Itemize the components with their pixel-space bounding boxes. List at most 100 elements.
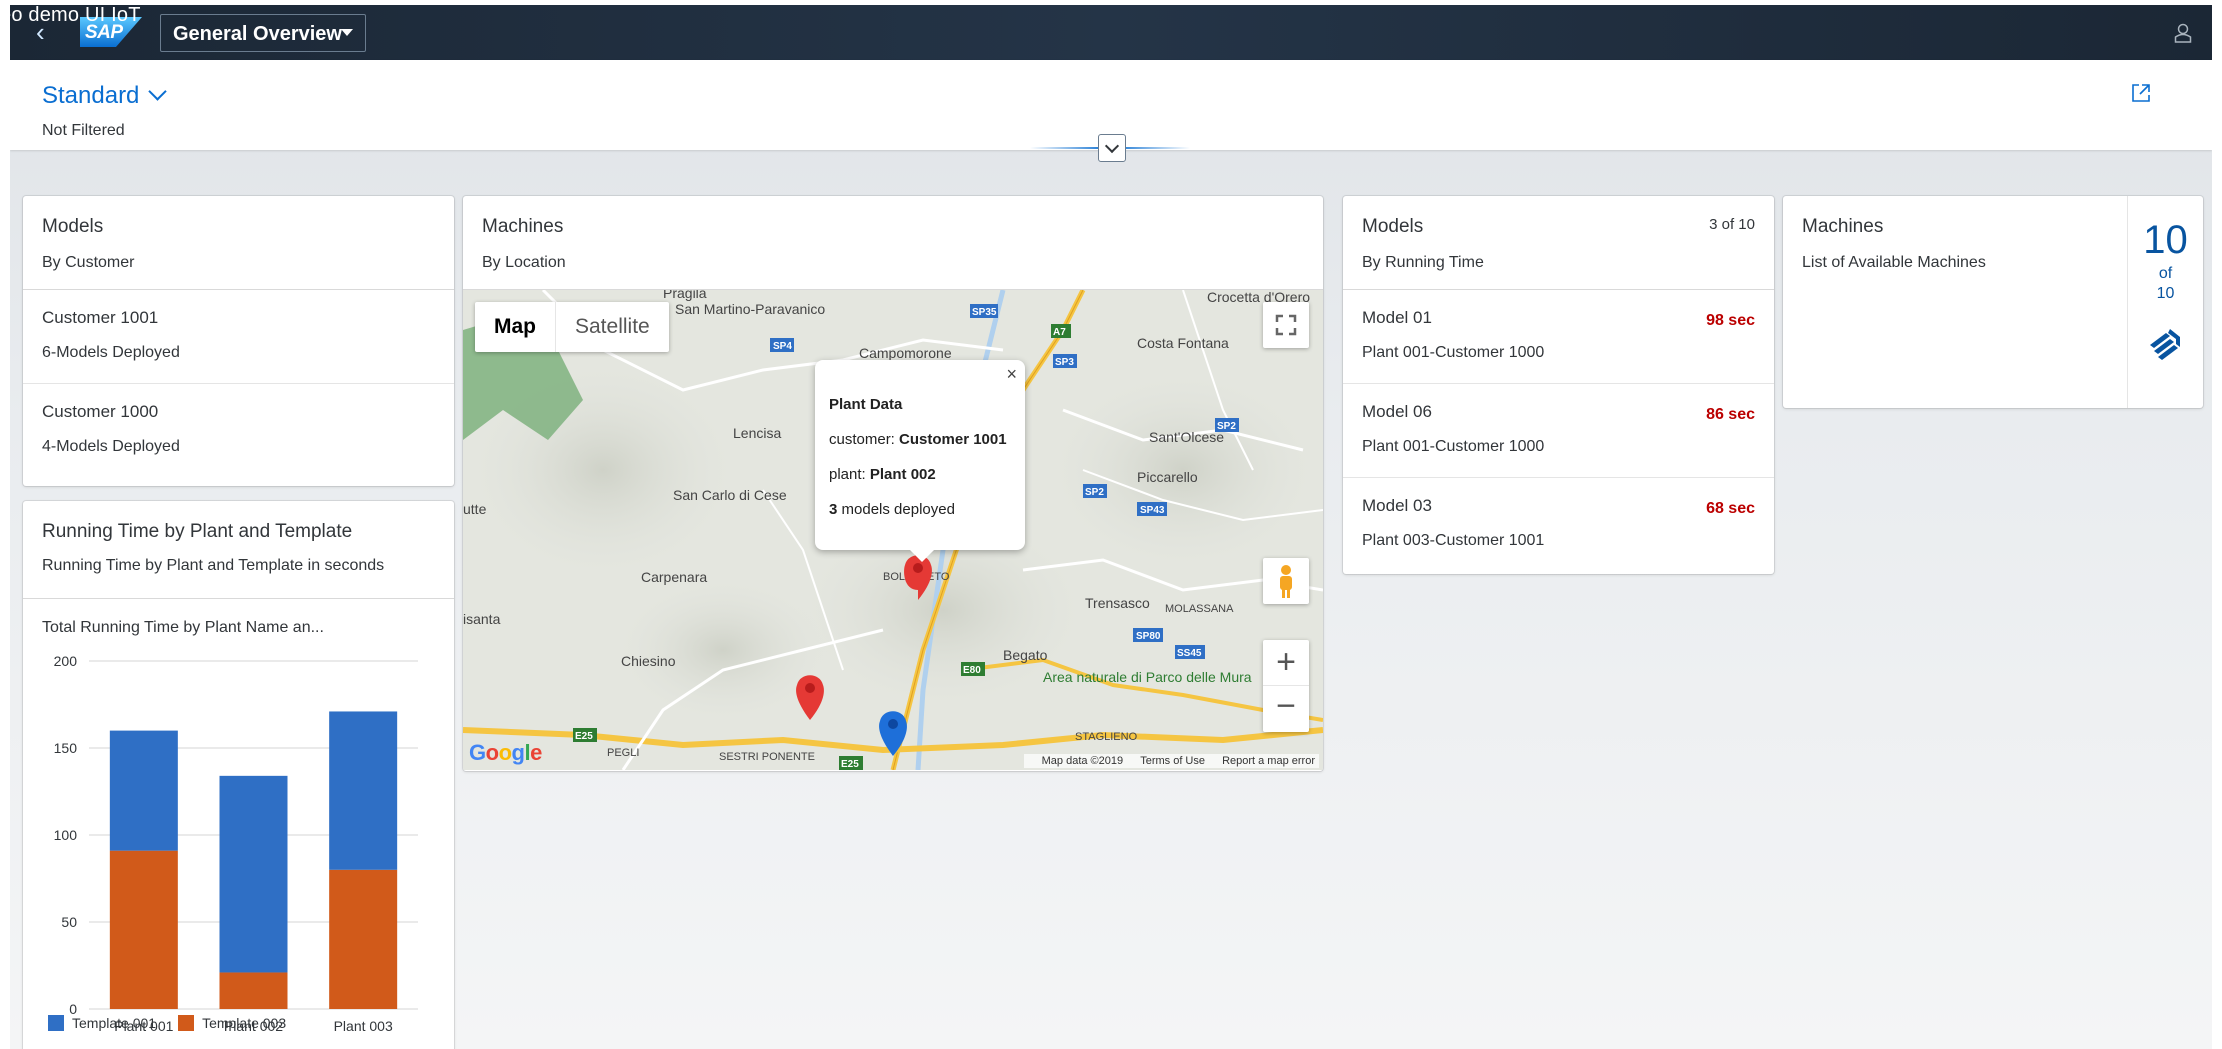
list-item-desc: Plant 001-Customer 1000 bbox=[1362, 344, 1545, 361]
close-icon[interactable]: × bbox=[1006, 364, 1017, 385]
map-type-toggle: Map Satellite bbox=[475, 302, 669, 352]
list-item[interactable]: Model 06 Plant 001-Customer 1000 86 sec bbox=[1343, 384, 1774, 478]
filter-status: Not Filtered bbox=[42, 122, 125, 139]
list-item-desc: Plant 001-Customer 1000 bbox=[1362, 438, 1545, 455]
popup-customer-value: Customer 1001 bbox=[899, 431, 1007, 448]
map-view[interactable]: Pragila San Martino-Paravanico Campomoro… bbox=[463, 290, 1323, 770]
bar-segment bbox=[219, 775, 288, 973]
chevron-down-icon bbox=[148, 82, 168, 101]
user-icon[interactable] bbox=[2174, 23, 2192, 43]
fullscreen-icon bbox=[1275, 314, 1297, 336]
bar-segment bbox=[329, 711, 398, 870]
app-frame: ‹ SAP General Overview Standard Not Filt… bbox=[10, 5, 2212, 1049]
map-place-label: San Martino-Paravanico bbox=[675, 301, 825, 317]
legend-item[interactable]: Template 003 bbox=[178, 1015, 286, 1031]
chart-legend: Template 001 Template 003 bbox=[48, 1015, 286, 1031]
map-place-label: utte bbox=[463, 501, 487, 517]
bar-segment bbox=[109, 850, 178, 1009]
share-icon[interactable] bbox=[2130, 82, 2152, 104]
view-title: General Overview bbox=[173, 23, 342, 45]
road-label: A7 bbox=[1053, 327, 1066, 338]
popup-plant-value: Plant 002 bbox=[869, 466, 936, 483]
card-subtitle: By Customer bbox=[42, 254, 135, 271]
card-header[interactable]: Models By Customer bbox=[23, 196, 454, 290]
list-item[interactable]: Model 03 Plant 003-Customer 1001 68 sec bbox=[1343, 478, 1774, 572]
map-place-label: Lencisa bbox=[733, 425, 781, 441]
popup-plant: plant: Plant 002 bbox=[829, 466, 1011, 483]
map-place-label: MOLASSANA bbox=[1165, 603, 1234, 615]
legend-swatch bbox=[48, 1015, 64, 1031]
list-item[interactable]: Model 01 Plant 001-Customer 1000 98 sec bbox=[1343, 290, 1774, 384]
road-label: E25 bbox=[575, 731, 593, 742]
popup-title: Plant Data bbox=[829, 396, 903, 413]
fullscreen-button[interactable] bbox=[1263, 302, 1309, 348]
list-item-value: 86 sec bbox=[1706, 406, 1755, 423]
map-place-label: Sant'Olcese bbox=[1149, 429, 1224, 445]
road-label: SP4 bbox=[773, 341, 792, 352]
list-item[interactable]: Customer 1000 4-Models Deployed bbox=[23, 384, 454, 478]
models-by-customer-card[interactable]: Models By Customer Customer 1001 6-Model… bbox=[23, 196, 454, 486]
list-item-desc: 4-Models Deployed bbox=[42, 438, 180, 455]
machines-kpi-card[interactable]: Machines List of Available Machines 10 o… bbox=[1783, 196, 2203, 408]
bar-chart: 050100150200Plant 001 Plant 002 Plant 003 bbox=[54, 653, 418, 1034]
bar-segment bbox=[109, 730, 178, 851]
popup-customer: customer: Customer 1001 bbox=[829, 431, 1011, 448]
card-title: Machines bbox=[482, 216, 564, 237]
card-header[interactable]: Running Time by Plant and Template Runni… bbox=[23, 501, 454, 599]
bar-segment bbox=[329, 869, 398, 1009]
popup-models-count: 3 bbox=[829, 501, 838, 518]
list-item-title: Customer 1001 bbox=[42, 308, 159, 327]
map-place-label: Chiesino bbox=[621, 653, 676, 669]
map-place-label: Area naturale di Parco delle Mura bbox=[1043, 669, 1252, 685]
map-type-satellite[interactable]: Satellite bbox=[556, 302, 669, 352]
machine-icon bbox=[2149, 329, 2180, 360]
machines-map-card[interactable]: Machines By Location Pragila San Martino… bbox=[463, 196, 1323, 771]
map-place-label: SESTRI PONENTE bbox=[719, 751, 815, 763]
card-header[interactable]: Models By Running Time 3 of 10 bbox=[1343, 196, 1774, 290]
map-place-label: isanta bbox=[463, 611, 501, 627]
zoom-control: + − bbox=[1263, 640, 1309, 732]
road-label: SP2 bbox=[1085, 487, 1104, 498]
legend-item[interactable]: Template 001 bbox=[48, 1015, 156, 1031]
list-item[interactable]: Customer 1001 6-Models Deployed bbox=[23, 290, 454, 384]
variant-selector[interactable]: Standard bbox=[42, 82, 168, 110]
running-time-card[interactable]: Running Time by Plant and Template Runni… bbox=[23, 501, 454, 1049]
y-tick-label: 200 bbox=[54, 653, 78, 669]
map-place-label: Campomorone bbox=[859, 345, 952, 361]
card-title: Models bbox=[42, 216, 104, 237]
pegman-icon bbox=[1280, 565, 1292, 598]
road-label: E25 bbox=[841, 759, 859, 770]
road-label: SS45 bbox=[1177, 648, 1202, 659]
shell-bar: ‹ SAP General Overview bbox=[10, 5, 2212, 60]
map-place-label: Carpenara bbox=[641, 569, 707, 585]
x-tick-label: Plant 003 bbox=[334, 1018, 393, 1034]
overlay-caption: eo demo UI IoT bbox=[0, 4, 141, 26]
road-label: SP2 bbox=[1217, 421, 1236, 432]
kpi-total: 10 bbox=[2156, 285, 2175, 302]
y-tick-label: 100 bbox=[54, 827, 78, 843]
zoom-out-button[interactable]: − bbox=[1263, 686, 1309, 732]
models-by-running-time-card[interactable]: Models By Running Time 3 of 10 Model 01 … bbox=[1343, 196, 1774, 574]
popup-plant-label: plant: bbox=[829, 466, 866, 483]
map-place-label: STAGLIENO bbox=[1075, 731, 1138, 743]
road-label: SP43 bbox=[1140, 505, 1165, 516]
map-place-label: Costa Fontana bbox=[1137, 335, 1229, 351]
collapse-header-button[interactable] bbox=[1098, 134, 1126, 162]
list-item-value: 98 sec bbox=[1706, 312, 1755, 329]
road-label: SP35 bbox=[972, 307, 997, 318]
list-item-desc: 6-Models Deployed bbox=[42, 344, 180, 361]
report-error-link[interactable]: Report a map error bbox=[1222, 755, 1315, 767]
card-subtitle: By Running Time bbox=[1362, 254, 1484, 271]
road-label: E80 bbox=[963, 665, 981, 676]
list-item-value: 68 sec bbox=[1706, 500, 1755, 517]
popup-models-text: models deployed bbox=[841, 501, 955, 518]
variant-label: Standard bbox=[42, 82, 140, 109]
zoom-in-button[interactable]: + bbox=[1263, 640, 1309, 686]
view-selector[interactable]: General Overview bbox=[160, 14, 366, 52]
road-label: SP3 bbox=[1055, 357, 1074, 368]
map-type-map[interactable]: Map bbox=[475, 302, 556, 352]
street-view-button[interactable] bbox=[1263, 558, 1309, 604]
card-subtitle: By Location bbox=[482, 254, 566, 271]
card-header[interactable]: Machines By Location bbox=[463, 196, 1323, 290]
terms-of-use-link[interactable]: Terms of Use bbox=[1140, 755, 1205, 767]
